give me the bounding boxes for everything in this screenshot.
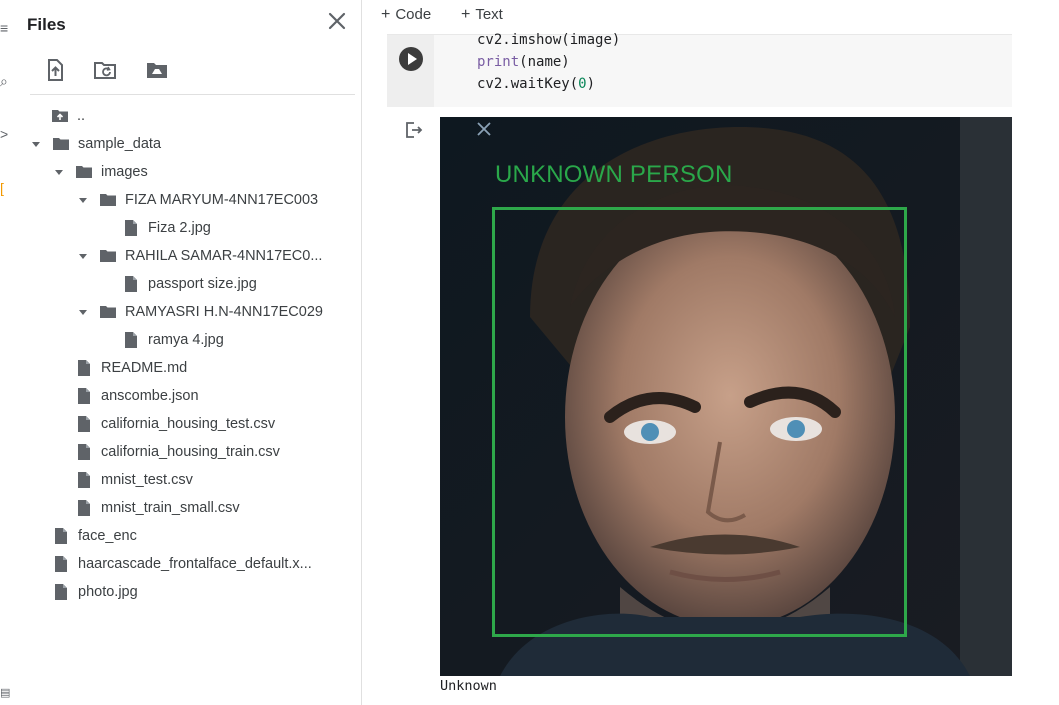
folder-item[interactable]: RAMYASRI H.N-4NN17EC029 — [77, 301, 323, 323]
item-label: Fiza 2.jpg — [148, 220, 211, 236]
file-icon — [125, 220, 137, 236]
add-text-button[interactable]: + Text — [461, 6, 503, 24]
file-icon — [55, 556, 67, 572]
item-label: ramya 4.jpg — [148, 332, 224, 348]
face-bounding-box — [492, 207, 907, 637]
files-panel: Files .. sample_dataimages FIZA MARYUM-4N… — [14, 0, 362, 705]
item-label: haarcascade_frontalface_default.x... — [78, 556, 312, 572]
item-label: README.md — [101, 360, 188, 376]
folder-icon — [100, 250, 116, 262]
cell-gutter — [387, 35, 434, 107]
item-label: RAHILA SAMAR-4NN17EC0... — [125, 248, 323, 264]
file-icon — [125, 332, 137, 348]
folder-item[interactable]: sample_data — [30, 133, 161, 155]
code-line-1: cv2.imshow(image) — [477, 32, 621, 48]
file-item[interactable]: mnist_test.csv — [53, 469, 193, 491]
file-item[interactable]: california_housing_test.csv — [53, 413, 275, 435]
item-label: FIZA MARYUM-4NN17EC003 — [125, 192, 319, 208]
code-line-3: cv2.waitKey(0) — [477, 76, 596, 92]
file-item[interactable]: photo.jpg — [30, 581, 138, 603]
file-icon — [55, 528, 67, 544]
item-label: anscombe.json — [101, 388, 199, 404]
file-icon — [78, 360, 90, 376]
upload-icon[interactable] — [43, 58, 67, 82]
chevron-right-icon[interactable]: > — [0, 126, 8, 142]
output-options-icon[interactable] — [404, 120, 424, 140]
file-icon — [78, 388, 90, 404]
code-snippet-icon[interactable]: [ — [0, 180, 4, 196]
file-icon — [78, 444, 90, 460]
file-icon — [125, 276, 137, 292]
refresh-folder-icon[interactable] — [93, 58, 117, 82]
notebook-toolbar: + Code + Text — [362, 0, 1059, 32]
item-label: photo.jpg — [78, 584, 138, 600]
file-icon — [78, 416, 90, 432]
file-icon — [78, 472, 90, 488]
item-label: california_housing_test.csv — [101, 416, 276, 432]
file-item[interactable]: california_housing_train.csv — [53, 441, 280, 463]
plus-icon: + — [461, 6, 471, 23]
item-label: mnist_test.csv — [101, 472, 193, 488]
run-cell-button[interactable] — [399, 47, 423, 71]
item-label: mnist_train_small.csv — [101, 500, 240, 516]
parent-directory[interactable]: .. — [51, 105, 85, 127]
activity-rail: ≡ ⌕ > [ ▤ — [0, 0, 14, 705]
file-item[interactable]: passport size.jpg — [100, 273, 257, 295]
plus-icon: + — [381, 6, 391, 23]
item-label: passport size.jpg — [148, 276, 257, 292]
caret-down-icon[interactable] — [77, 250, 89, 262]
folder-icon — [53, 138, 69, 150]
item-label: images — [101, 164, 148, 180]
caret-down-icon[interactable] — [77, 194, 89, 206]
toolbar-divider — [30, 94, 355, 95]
terminal-icon[interactable]: ▤ — [0, 686, 10, 699]
parent-directory-label: .. — [77, 108, 86, 124]
code-line-2: print(name) — [477, 54, 570, 70]
folder-item[interactable]: RAHILA SAMAR-4NN17EC0... — [77, 245, 322, 267]
item-label: face_enc — [78, 528, 137, 544]
caret-down-icon[interactable] — [77, 306, 89, 318]
menu-icon[interactable]: ≡ — [0, 20, 8, 36]
file-item[interactable]: Fiza 2.jpg — [100, 217, 211, 239]
item-label: sample_data — [78, 136, 162, 152]
code-cell[interactable]: cv2.imshow(image) print(name) cv2.waitKe… — [387, 32, 1012, 107]
face-label: UNKNOWN PERSON — [495, 161, 733, 188]
folder-icon — [100, 306, 116, 318]
file-item[interactable]: README.md — [53, 357, 187, 379]
file-item[interactable]: ramya 4.jpg — [100, 329, 224, 351]
file-icon — [55, 584, 67, 600]
file-item[interactable]: face_enc — [30, 525, 137, 547]
caret-down-icon[interactable] — [30, 138, 42, 150]
add-code-button[interactable]: + Code — [381, 6, 431, 24]
file-icon — [78, 500, 90, 516]
file-item[interactable]: mnist_train_small.csv — [53, 497, 240, 519]
mount-drive-icon[interactable] — [145, 58, 169, 82]
folder-up-icon — [52, 110, 68, 122]
panel-title: Files — [27, 15, 66, 34]
output-text: Unknown — [440, 678, 497, 694]
file-item[interactable]: anscombe.json — [53, 385, 199, 407]
caret-down-icon[interactable] — [53, 166, 65, 178]
search-icon[interactable]: ⌕ — [0, 73, 8, 90]
folder-item[interactable]: images — [53, 161, 148, 183]
file-item[interactable]: haarcascade_frontalface_default.x... — [30, 553, 312, 575]
folder-item[interactable]: FIZA MARYUM-4NN17EC003 — [77, 189, 318, 211]
item-label: RAMYASRI H.N-4NN17EC029 — [125, 304, 323, 320]
close-icon[interactable] — [324, 8, 350, 34]
item-label: california_housing_train.csv — [101, 444, 280, 460]
close-image-icon[interactable] — [475, 120, 493, 138]
folder-icon — [76, 166, 92, 178]
folder-icon — [100, 194, 116, 206]
